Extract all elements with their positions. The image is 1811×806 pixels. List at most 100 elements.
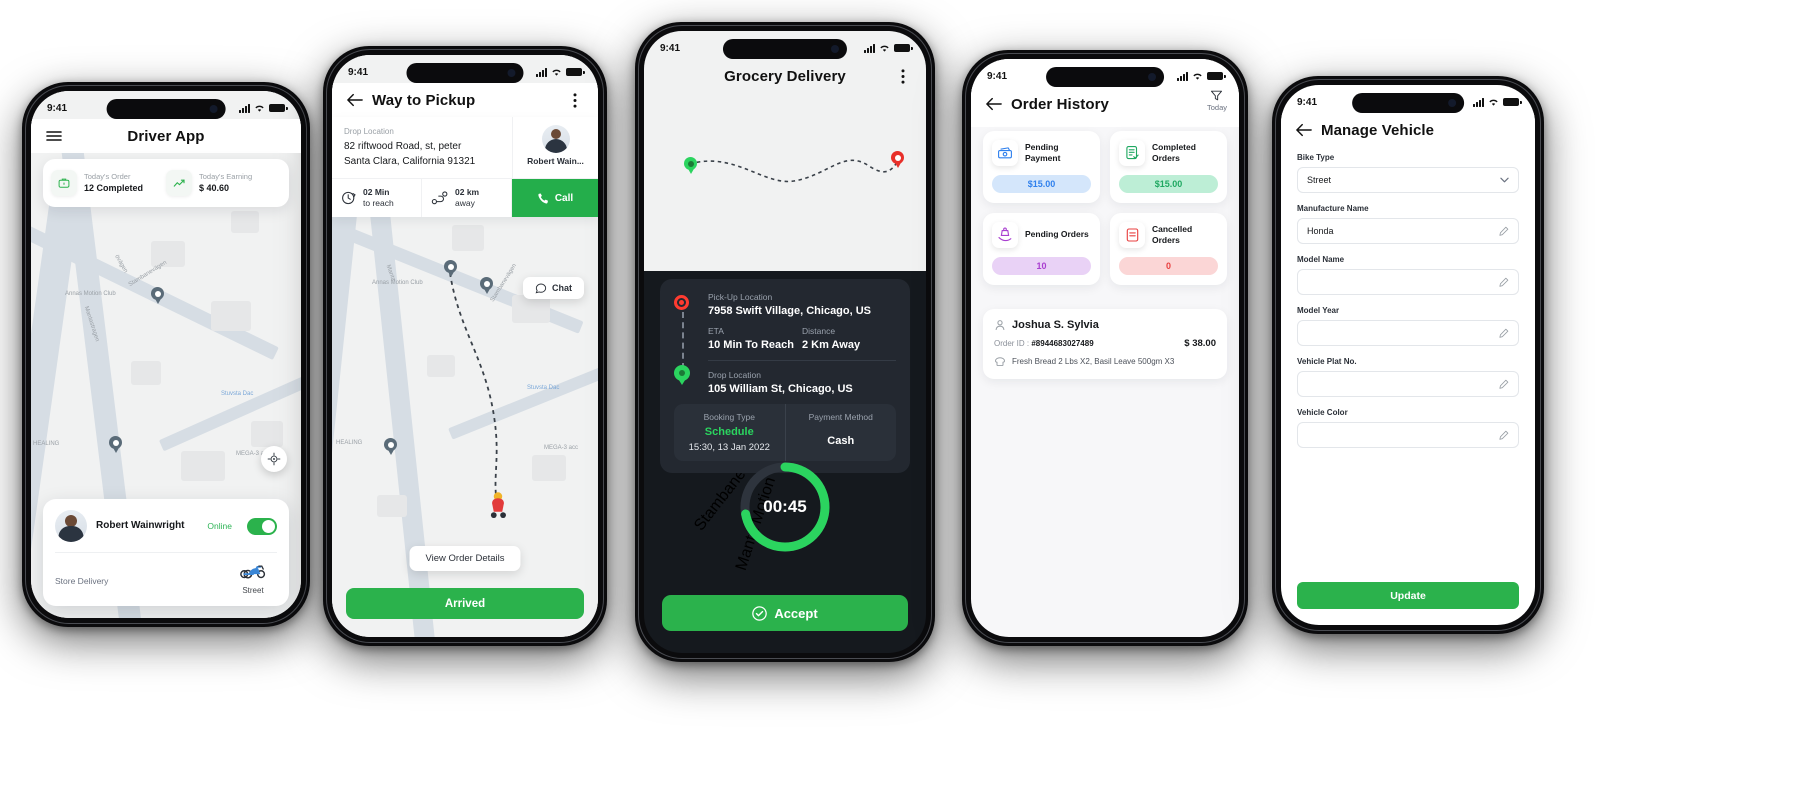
vehicle-box[interactable]: Street xyxy=(229,561,277,595)
app-bar: Manage Vehicle xyxy=(1281,113,1535,147)
booking-datetime: 15:30, 13 Jan 2022 xyxy=(688,442,770,453)
hand-bag-icon xyxy=(992,222,1018,248)
model-year-input[interactable] xyxy=(1297,320,1519,346)
green-pin-marker xyxy=(674,365,690,385)
field-label-vehicle-plat-no: Vehicle Plat No. xyxy=(1297,357,1357,366)
order-items: Fresh Bread 2 Lbs X2, Basil Leave 500gm … xyxy=(1012,357,1175,366)
drop-label: Drop Location xyxy=(708,370,761,380)
stat-value: 0 xyxy=(1119,257,1218,275)
stat-label: Pending Payment xyxy=(1025,141,1061,163)
call-label: Call xyxy=(554,192,574,204)
model-name-input[interactable] xyxy=(1297,269,1519,295)
vehicle-plat-no-input[interactable] xyxy=(1297,371,1519,397)
arrow-left-icon[interactable] xyxy=(346,91,364,109)
front-camera-icon xyxy=(1147,73,1156,81)
stat-card-pending-payment[interactable]: Pending Payment $15.00 xyxy=(983,131,1100,203)
dynamic-island xyxy=(1352,93,1464,113)
chat-label: Chat xyxy=(552,283,572,293)
drop-value: 105 William St, Chicago, US xyxy=(708,383,853,395)
booking-payment-box: Booking Type Schedule 15:30, 13 Jan 2022… xyxy=(674,404,896,461)
front-camera-icon xyxy=(1447,99,1456,107)
drop-block: Drop Location 105 William St, Chicago, U… xyxy=(708,370,896,395)
page-title: Way to Pickup xyxy=(372,91,476,109)
manufacture-name-input[interactable]: Honda xyxy=(1297,218,1519,244)
locate-target-icon[interactable] xyxy=(261,446,287,472)
chat-button[interactable]: Chat xyxy=(523,277,584,299)
distance-value: 2 Km Away xyxy=(802,339,861,351)
map-pin-destination[interactable] xyxy=(891,151,904,168)
field-label-vehicle-color: Vehicle Color xyxy=(1297,408,1348,417)
online-label: Online xyxy=(207,521,232,531)
map-pin[interactable] xyxy=(109,436,122,453)
manufacture-name-value: Honda xyxy=(1307,226,1334,236)
screen-order-history: 9:41 Order History Today Pending Payment… xyxy=(971,59,1239,637)
map-label: HEALING xyxy=(336,440,363,446)
arrow-left-icon[interactable] xyxy=(985,95,1003,113)
stat-label: Completed Orders xyxy=(1152,141,1196,163)
dynamic-island xyxy=(722,39,848,59)
screen-manage-vehicle: 9:41 Manage Vehicle Bike Type Street Man… xyxy=(1281,85,1535,625)
pickup-value: 7958 Swift Village, Chicago, US xyxy=(708,305,872,317)
app-bar: Order History xyxy=(971,87,1239,121)
order-price: $ 38.00 xyxy=(1184,338,1216,349)
filter-button[interactable]: Today xyxy=(1207,89,1227,112)
wifi-icon xyxy=(255,105,264,112)
map-pin-healing[interactable] xyxy=(384,438,397,455)
call-button[interactable]: Call xyxy=(512,179,598,218)
delivery-row: Store Delivery Street xyxy=(55,561,277,595)
map-pin[interactable] xyxy=(151,287,164,304)
battery-icon xyxy=(1503,98,1522,106)
stat-value: 10 xyxy=(992,257,1091,275)
page-title: Grocery Delivery xyxy=(724,67,846,85)
page-title: Manage Vehicle xyxy=(1321,121,1435,139)
map-pin-start[interactable] xyxy=(444,260,457,277)
booking-type-label: Booking Type xyxy=(703,412,755,422)
stat-todays-earning[interactable]: Today's Earning $ 40.60 xyxy=(166,170,281,196)
phone-grocery-delivery: Stambanevägen Manta Motion Club 9:41 Gro… xyxy=(635,22,935,662)
stat-card-cancelled-orders[interactable]: Cancelled Orders 0 xyxy=(1110,213,1227,285)
vehicle-color-input[interactable] xyxy=(1297,422,1519,448)
contact-block[interactable]: Robert Wain... xyxy=(512,117,598,178)
more-vertical-icon[interactable] xyxy=(566,91,584,109)
front-camera-icon xyxy=(507,69,516,77)
battery-icon xyxy=(566,68,585,76)
arrow-left-icon[interactable] xyxy=(1295,121,1313,139)
driver-row: Robert Wainwright Online xyxy=(55,510,277,542)
red-circle-marker xyxy=(674,295,689,310)
screen-driver-app: Mantastragen övägen Stambanevägen Annas … xyxy=(31,91,301,618)
order-history-item[interactable]: Joshua S. Sylvia Order ID : #89446830274… xyxy=(983,309,1227,379)
stat-value: 12 Completed xyxy=(84,182,144,193)
bike-type-select[interactable]: Street xyxy=(1297,167,1519,193)
signal-icon xyxy=(1473,97,1484,107)
stat-label: Today's Earning xyxy=(199,171,253,181)
stat-todays-order[interactable]: Today's Order 12 Completed xyxy=(51,170,166,196)
accept-button[interactable]: Accept xyxy=(662,595,908,631)
countdown-timer: 00:45 xyxy=(737,459,833,555)
payment-method-value: Cash xyxy=(827,435,855,447)
driver-status-card: Robert Wainwright Online Store Delivery xyxy=(43,499,289,606)
map-pin-origin[interactable] xyxy=(684,157,697,174)
arrived-button[interactable]: Arrived xyxy=(346,588,584,619)
map-pin-mid[interactable] xyxy=(480,277,493,294)
eta-block: ETA 10 Min To Reach xyxy=(708,326,802,351)
drop-address-line-1: 82 riftwood Road, st, peter xyxy=(344,141,462,152)
wifi-icon xyxy=(1489,99,1498,106)
order-customer-name: Joshua S. Sylvia xyxy=(1012,319,1099,331)
eta-sub: to reach xyxy=(363,198,394,209)
hamburger-icon[interactable] xyxy=(45,127,63,145)
stat-card-completed-orders[interactable]: Completed Orders $15.00 xyxy=(1110,131,1227,203)
phone-driver-app: Mantastragen övägen Stambanevägen Annas … xyxy=(22,82,310,627)
drop-address-line-2: Santa Clara, California 91321 xyxy=(344,155,476,167)
scooter-icon xyxy=(240,565,266,579)
payment-method-block: Payment Method Cash xyxy=(784,404,897,461)
update-button[interactable]: Update xyxy=(1297,582,1519,609)
divider xyxy=(55,552,277,553)
map-label: MEGA-3 acc xyxy=(544,445,579,451)
pickup-label: Pick-Up Location xyxy=(708,292,773,302)
wifi-icon xyxy=(1193,73,1202,80)
more-vertical-icon[interactable] xyxy=(894,67,912,85)
stat-card-pending-orders[interactable]: Pending Orders 10 xyxy=(983,213,1100,285)
online-toggle[interactable] xyxy=(247,517,277,535)
chevron-down-icon xyxy=(1500,177,1509,183)
view-order-details-button[interactable]: View Order Details xyxy=(409,546,521,571)
